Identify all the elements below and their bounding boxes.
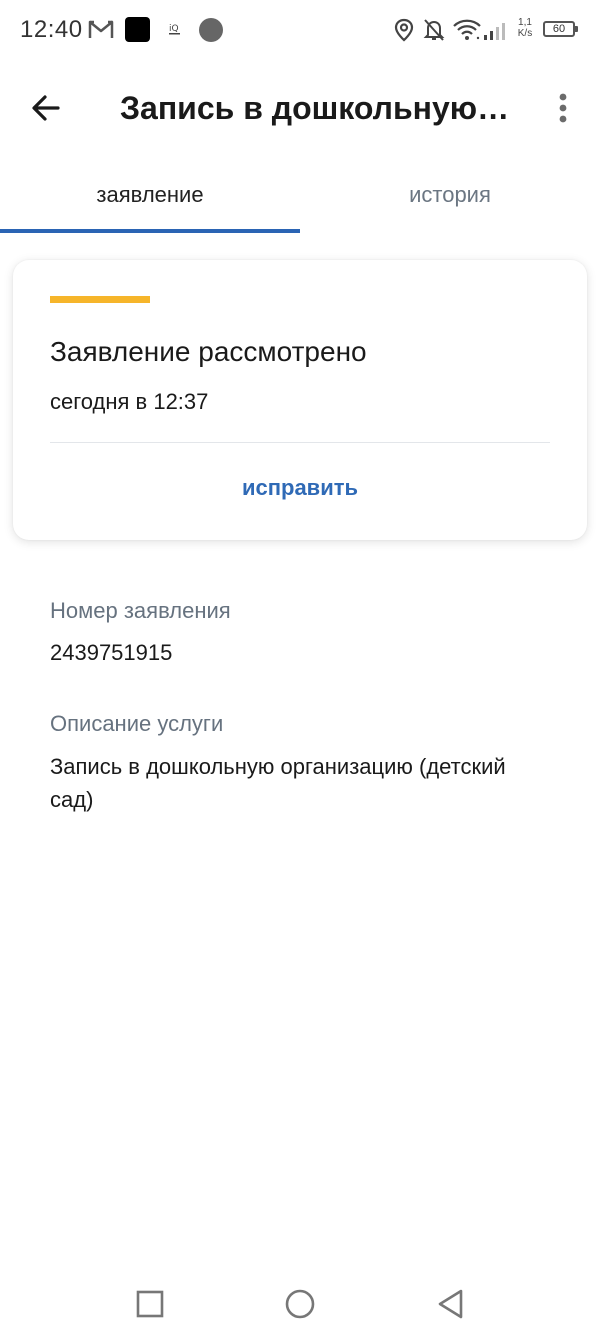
status-accent-bar [50, 296, 150, 303]
app-bar: Запись в дошкольную организацию (детский… [0, 70, 600, 150]
application-number-label: Номер заявления [50, 598, 231, 623]
network-speed: 1,1 K/s [514, 17, 536, 39]
circle-icon [199, 18, 223, 42]
service-description-label: Описание услуги [50, 711, 224, 736]
card-divider [50, 442, 550, 443]
bell-off-icon [423, 18, 445, 47]
app-icon [125, 17, 150, 42]
gmail-icon [88, 18, 114, 45]
svg-text:iQ: iQ [169, 24, 179, 34]
more-vert-icon [559, 93, 567, 123]
tab-application[interactable]: заявление [0, 165, 300, 233]
network-speed-unit: K/s [517, 28, 533, 39]
status-bar: 12:40 iQ 1,1 K/s 60 [0, 0, 600, 62]
battery-icon: 60 [543, 21, 578, 37]
network-speed-value: 1,1 [518, 17, 532, 28]
wifi-icon [452, 18, 508, 47]
status-card: Заявление рассмотрено сегодня в 12:37 ис… [13, 260, 587, 540]
arrow-left-icon [32, 95, 60, 121]
status-title: Заявление рассмотрено [50, 336, 367, 367]
tab-history[interactable]: история [300, 165, 600, 233]
status-time-text: сегодня в 12:37 [50, 389, 209, 414]
notification-icon: iQ [168, 22, 182, 41]
home-button[interactable] [280, 1284, 320, 1324]
recent-apps-button[interactable] [130, 1284, 170, 1324]
back-button[interactable] [26, 88, 66, 128]
system-nav-bar [0, 1270, 600, 1342]
tab-bar: заявление история [0, 165, 600, 235]
tab-indicator [0, 229, 300, 233]
application-number-value: 2439751915 [50, 640, 173, 665]
nav-back-button[interactable] [430, 1284, 470, 1324]
location-icon [394, 18, 414, 47]
service-description-value: Запись в дошкольную организацию (детский… [50, 754, 506, 812]
status-time: 12:40 [20, 16, 83, 43]
home-icon [285, 1289, 315, 1319]
back-icon [438, 1289, 463, 1319]
more-button[interactable] [548, 88, 578, 128]
page-title: Запись в дошкольную организацию (детский… [120, 90, 510, 126]
recent-apps-icon [136, 1290, 164, 1318]
fix-button[interactable]: исправить [13, 475, 587, 501]
